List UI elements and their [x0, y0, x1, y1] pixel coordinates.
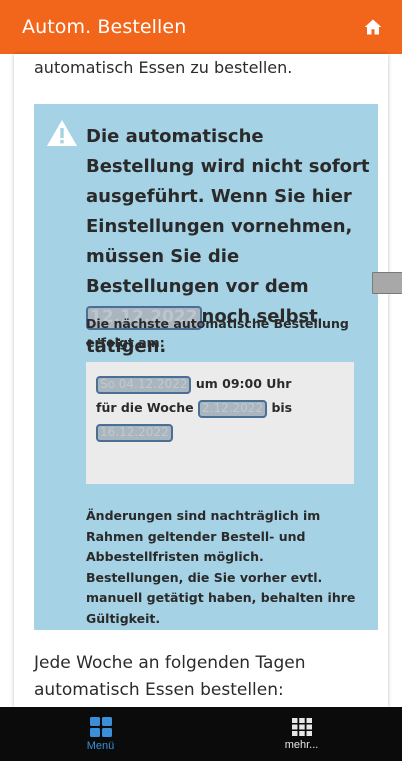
tab-more-label: mehr...: [284, 738, 319, 751]
page-title: Autom. Bestellen: [22, 16, 187, 38]
intro-text: automatisch Essen zu bestellen.: [34, 58, 293, 77]
notice-box: Die automatische Bestellung wird nicht s…: [34, 104, 378, 630]
notice-heading-text: Die automatische Bestellung wird nicht s…: [86, 126, 370, 297]
tab-menu[interactable]: Menü: [0, 707, 201, 761]
week-bis: bis: [271, 400, 293, 415]
side-marker: [372, 272, 402, 294]
next-order-label: Die nächste automatische Bestellung erfo…: [86, 316, 349, 350]
apps-grid-icon: [291, 717, 312, 736]
home-icon[interactable]: [362, 16, 384, 38]
app-header: Autom. Bestellen: [0, 0, 402, 54]
content-panel: automatisch Essen zu bestellen. Die auto…: [14, 54, 388, 707]
week-end-date: 16.12.2022: [96, 424, 173, 442]
schedule-box: So 04.12.2022 um 09:00 Uhr für die Woche…: [86, 362, 354, 484]
next-order-date: So 04.12.2022: [96, 376, 192, 394]
week-start-date: 2.12.2022: [198, 400, 268, 418]
tab-more[interactable]: mehr...: [201, 707, 402, 761]
tab-menu-label: Menü: [86, 739, 115, 752]
week-prefix: für die Woche: [96, 400, 194, 415]
next-order-time: um 09:00 Uhr: [195, 376, 292, 391]
menu-grid-icon: [89, 716, 112, 737]
weekly-instructions: Jede Woche an folgenden Tagen automatisc…: [34, 653, 306, 700]
bottom-nav: Menü mehr...: [0, 707, 402, 761]
changes-note: Änderungen sind nachträglich im Rahmen g…: [86, 508, 356, 626]
warning-icon: [47, 120, 77, 146]
